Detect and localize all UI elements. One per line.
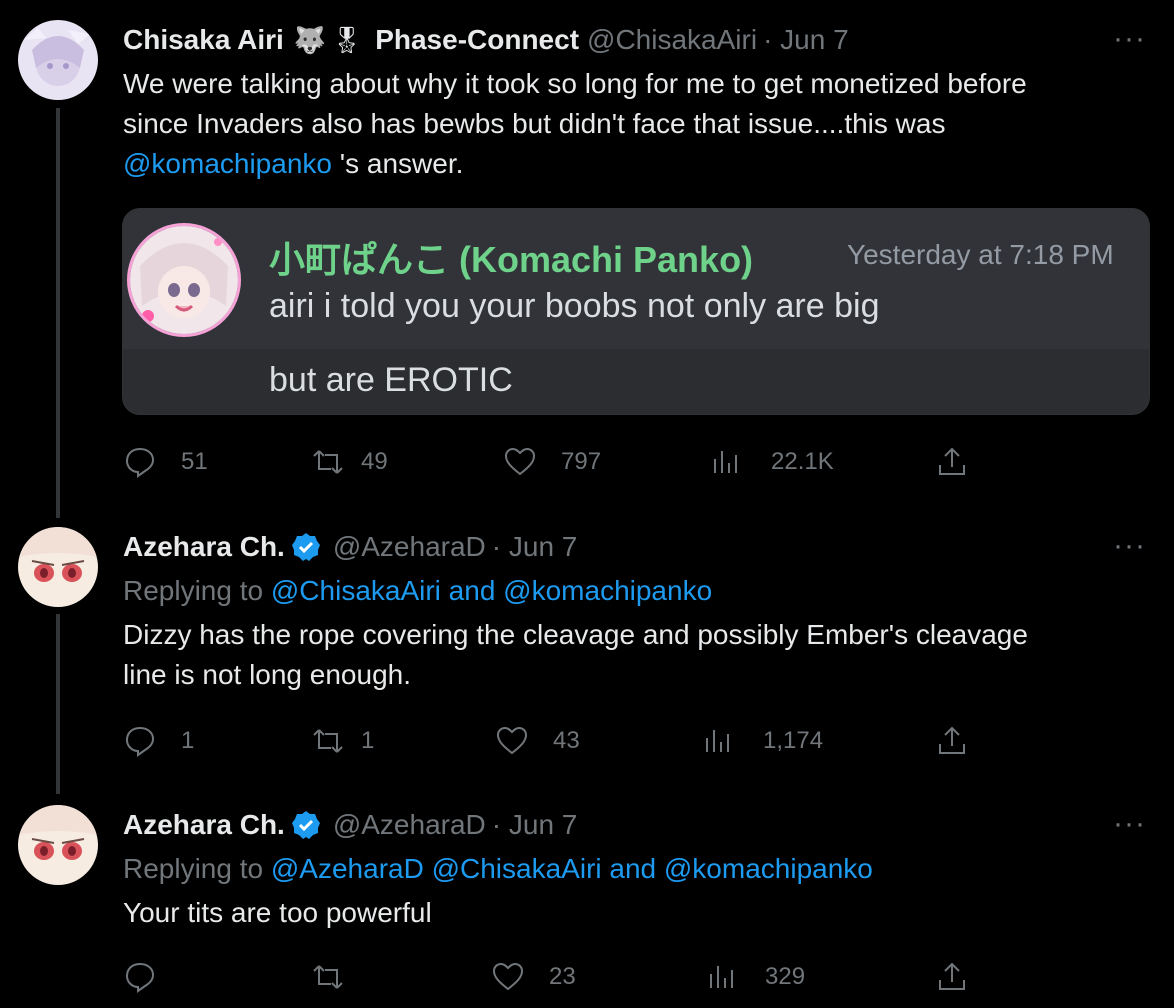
retweet-icon xyxy=(313,450,343,474)
share-button[interactable] xyxy=(935,957,969,997)
tweet-text: We were talking about why it took so lon… xyxy=(123,64,1143,184)
verified-badge-icon xyxy=(291,533,320,561)
tweet-text: Your tits are too powerful xyxy=(123,893,1143,933)
replying-to: Replying to @ChisakaAiri and @komachipan… xyxy=(123,571,1143,611)
replying-prefix: Replying to xyxy=(123,575,271,606)
replying-to: Replying to @AzeharaD @ChisakaAiri and @… xyxy=(123,849,1143,889)
views-button[interactable]: 1,174 xyxy=(701,721,823,761)
tweet-text-line: We were talking about why it took so lon… xyxy=(123,68,1027,99)
verified-badge-icon xyxy=(291,811,320,839)
handle[interactable]: @AzeharaD xyxy=(333,531,486,563)
mention-link[interactable]: @komachipanko xyxy=(123,148,332,179)
discord-timestamp: Yesterday at 7:18 PM xyxy=(847,239,1114,270)
views-count: 22.1K xyxy=(771,448,834,475)
affiliation-label[interactable]: Phase-Connect xyxy=(375,24,579,56)
share-icon xyxy=(939,962,965,990)
reply-icon xyxy=(125,447,155,478)
tweet-text-tail: 's answer. xyxy=(331,148,464,179)
embedded-image[interactable]: 小町ぱんこ (Komachi Panko) Yesterday at 7:18 … xyxy=(122,208,1150,415)
tweet-text-line: since Invaders also has bewbs but didn't… xyxy=(123,108,946,139)
wolf-emoji: 🐺 xyxy=(293,24,327,55)
like-icon xyxy=(504,447,536,476)
share-button[interactable] xyxy=(935,442,969,482)
like-icon xyxy=(492,962,524,991)
tweet-header: Azehara Ch. @AzeharaD · Jun 7 xyxy=(123,805,577,845)
timestamp[interactable]: · Jun 7 xyxy=(492,531,578,563)
tweet[interactable]: Chisaka Airi 🐺 🎖 Phase-Connect @ChisakaA… xyxy=(0,20,1174,500)
views-icon xyxy=(710,966,733,988)
views-count: 1,174 xyxy=(763,727,824,754)
tweet-text-line: @komachipanko 's answer. xyxy=(123,144,1143,184)
like-button[interactable]: 43 xyxy=(495,721,580,761)
discord-avatar xyxy=(127,223,241,337)
share-icon xyxy=(939,726,965,754)
views-button[interactable]: 329 xyxy=(705,957,805,997)
like-count: 797 xyxy=(561,448,602,475)
display-name[interactable]: Azehara Ch. xyxy=(123,531,285,563)
discord-avatar-image xyxy=(130,226,238,334)
replying-targets[interactable]: @AzeharaD @ChisakaAiri and @komachipanko xyxy=(271,853,873,884)
retweet-icon xyxy=(313,729,343,753)
reply-button[interactable]: 51 xyxy=(123,442,208,482)
avatar-image xyxy=(18,805,98,885)
like-button[interactable]: 23 xyxy=(491,957,576,997)
views-icon xyxy=(714,451,737,473)
avatar[interactable] xyxy=(18,20,98,100)
share-icon xyxy=(939,447,965,475)
medal-emoji: 🎖 xyxy=(330,24,364,55)
reply-icon xyxy=(125,726,155,757)
avatar[interactable] xyxy=(18,805,98,885)
reply-count: 51 xyxy=(181,448,208,475)
tweet-text-line: Your tits are too powerful xyxy=(123,897,432,928)
like-count: 23 xyxy=(549,963,576,990)
action-bar: 1 1 43 1,174 xyxy=(123,721,983,761)
views-button[interactable]: 22.1K xyxy=(709,442,834,482)
more-icon[interactable]: ··· xyxy=(1113,807,1146,841)
reply-icon xyxy=(125,962,155,993)
like-count: 43 xyxy=(553,727,580,754)
retweet-button[interactable] xyxy=(311,957,369,997)
more-icon[interactable]: ··· xyxy=(1113,529,1146,563)
avatar-image xyxy=(18,20,98,100)
tweet-text-line: Dizzy has the rope covering the cleavage… xyxy=(123,619,1028,650)
display-name[interactable]: Chisaka Airi xyxy=(123,24,284,56)
handle[interactable]: @ChisakaAiri xyxy=(587,24,757,56)
views-count: 329 xyxy=(765,963,806,990)
like-button[interactable]: 797 xyxy=(503,442,601,482)
replying-prefix: Replying to xyxy=(123,853,271,884)
reply-button[interactable]: 1 xyxy=(123,721,194,761)
discord-message-line: but are EROTIC xyxy=(269,361,513,399)
timestamp[interactable]: · Jun 7 xyxy=(492,809,578,841)
tweet-header: Chisaka Airi 🐺 🎖 Phase-Connect @ChisakaA… xyxy=(123,20,849,60)
like-icon xyxy=(496,726,528,755)
action-bar: 23 329 xyxy=(123,957,983,997)
retweet-icon xyxy=(313,965,343,989)
more-icon[interactable]: ··· xyxy=(1113,22,1146,56)
retweet-button[interactable]: 1 xyxy=(311,721,374,761)
tweet-header: Azehara Ch. @AzeharaD · Jun 7 xyxy=(123,527,577,567)
tweet-text-line: line is not long enough. xyxy=(123,659,411,690)
views-icon xyxy=(706,730,729,752)
tweet[interactable]: Azehara Ch. @AzeharaD · Jun 7 ··· Replyi… xyxy=(0,527,1174,757)
reply-button[interactable] xyxy=(123,957,181,997)
timestamp[interactable]: · Jun 7 xyxy=(763,24,849,56)
tweet[interactable]: Azehara Ch. @AzeharaD · Jun 7 ··· Replyi… xyxy=(0,805,1174,1005)
share-button[interactable] xyxy=(935,721,969,761)
retweet-count: 49 xyxy=(361,448,388,475)
action-bar: 51 49 797 22.1K xyxy=(123,442,983,482)
discord-message-line: airi i told you your boobs not only are … xyxy=(269,287,880,325)
discord-author: 小町ぱんこ (Komachi Panko) xyxy=(269,239,754,280)
retweet-button[interactable]: 49 xyxy=(311,442,388,482)
retweet-count: 1 xyxy=(361,727,375,754)
handle[interactable]: @AzeharaD xyxy=(333,809,486,841)
replying-targets[interactable]: @ChisakaAiri and @komachipanko xyxy=(271,575,712,606)
tweet-text: Dizzy has the rope covering the cleavage… xyxy=(123,615,1143,695)
display-name[interactable]: Azehara Ch. xyxy=(123,809,285,841)
avatar-image xyxy=(18,527,98,607)
reply-count: 1 xyxy=(181,727,195,754)
avatar[interactable] xyxy=(18,527,98,607)
